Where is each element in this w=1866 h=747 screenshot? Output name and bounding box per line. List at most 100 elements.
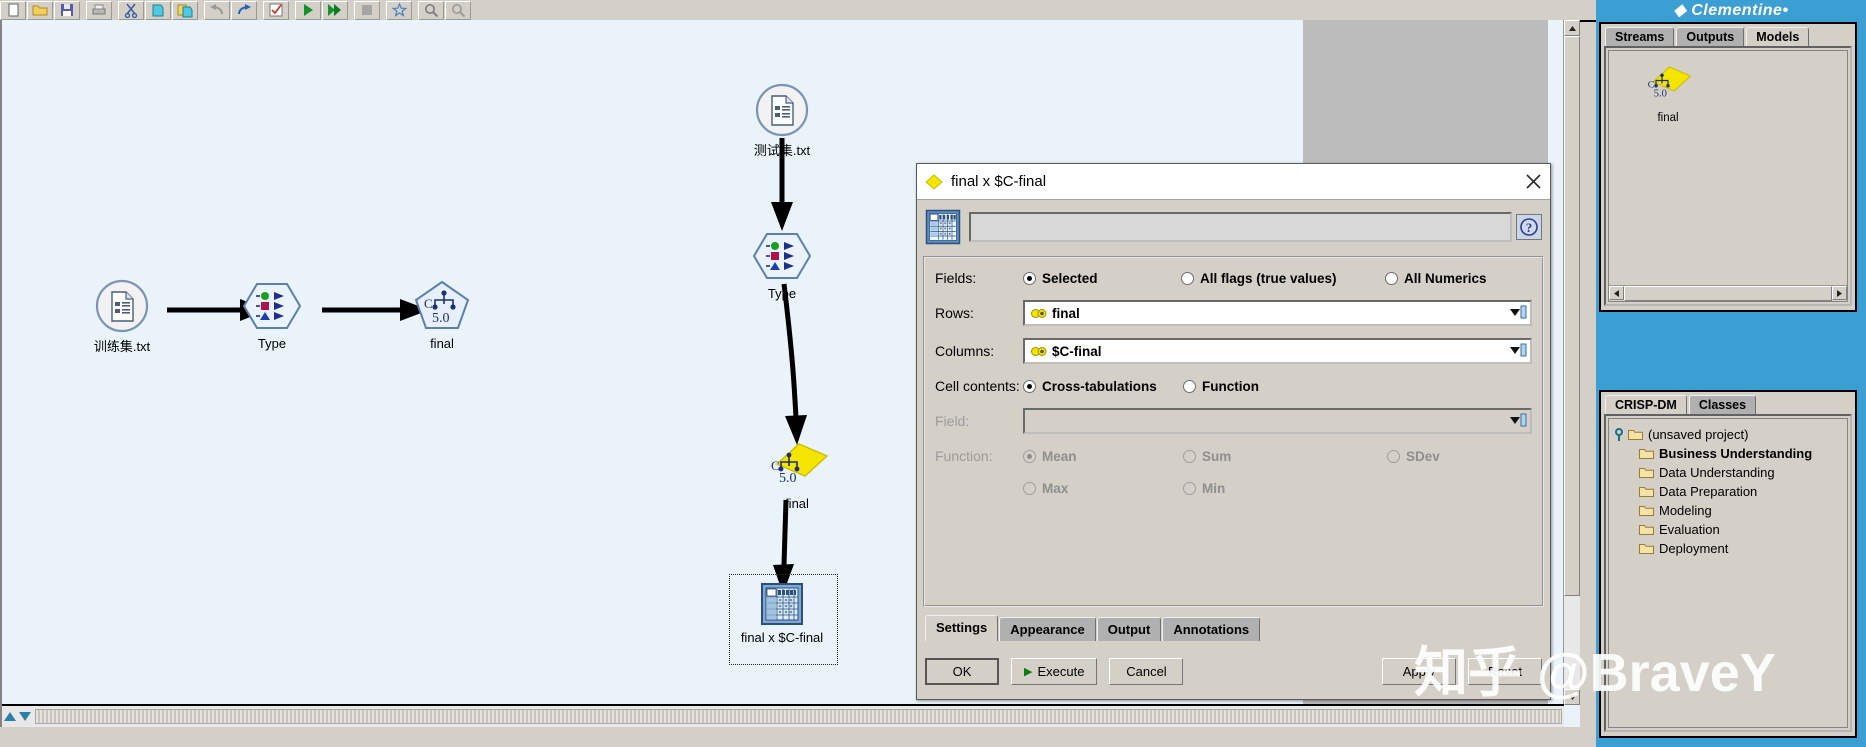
model-item-final[interactable]: C 5.0 final [1633, 65, 1703, 124]
cancel-button[interactable]: Cancel [1109, 657, 1184, 685]
scrollbar-thumb[interactable] [1624, 286, 1832, 301]
help-icon[interactable]: ? [1516, 214, 1542, 240]
canvas-vertical-scrollbar[interactable] [1563, 20, 1580, 705]
ok-button[interactable]: OK [925, 657, 999, 685]
tab-settings[interactable]: Settings [925, 615, 999, 641]
zoom-out-icon[interactable] [445, 0, 471, 20]
node-train-source[interactable]: 训练集.txt [52, 278, 192, 355]
diamond-logo-icon: ◆ [1673, 2, 1687, 19]
execute-all-icon[interactable] [322, 0, 348, 20]
tab-appearance[interactable]: Appearance [999, 617, 1096, 641]
models-list[interactable]: C 5.0 final [1608, 50, 1848, 302]
redo-icon[interactable] [231, 0, 257, 20]
expand-handle-icon[interactable] [1613, 427, 1625, 442]
radio-function-sdev: SDev [1387, 449, 1440, 464]
radio-function[interactable]: Function [1183, 379, 1259, 394]
models-horizontal-scrollbar[interactable] [1609, 285, 1847, 301]
folder-icon [1628, 429, 1643, 440]
radio-fields-all-numerics[interactable]: All Numerics [1385, 271, 1487, 286]
undo-icon[interactable] [204, 0, 230, 20]
canvas-horizontal-scrollbar[interactable] [2, 704, 1564, 727]
tree-item-modeling[interactable]: Modeling [1613, 501, 1843, 520]
node-final-model-2[interactable]: C 5.0 final [727, 442, 867, 511]
play-icon: ▶ [1024, 665, 1033, 678]
scroll-left-arrow[interactable] [1609, 286, 1624, 300]
radio-indicator [1387, 449, 1400, 463]
tree-item-evaluation[interactable]: Evaluation [1613, 520, 1843, 539]
palette-scroll-down-icon[interactable] [19, 712, 31, 721]
node-label: 训练集.txt [93, 339, 151, 354]
tab-output[interactable]: Output [1096, 617, 1162, 641]
node-test-source[interactable]: 测试集.txt [712, 82, 852, 159]
scroll-right-arrow[interactable] [1832, 286, 1847, 300]
radio-indicator [1183, 481, 1196, 495]
model-item-label: final [1657, 112, 1679, 124]
c50-model-icon: C 5.0 [1648, 66, 1692, 99]
node-final-model-1[interactable]: C 5.0 final [372, 278, 512, 351]
project-tree[interactable]: (unsaved project) Business Understanding… [1608, 418, 1848, 728]
scrollbar-thumb[interactable] [1564, 36, 1580, 596]
zoom-in-icon[interactable] [418, 0, 444, 20]
node-label: final [430, 336, 454, 351]
apply-button[interactable]: Apply [1382, 657, 1456, 685]
radio-label: Min [1202, 480, 1226, 496]
print-icon[interactable] [86, 0, 112, 20]
execute-button[interactable]: ▶ Execute [1011, 657, 1098, 685]
radio-label: Function [1202, 378, 1259, 394]
node-type-2[interactable]: Type [712, 228, 852, 301]
edit-icon[interactable] [263, 0, 289, 20]
tree-item-data-preparation[interactable]: Data Preparation [1613, 482, 1843, 501]
cut-icon[interactable] [118, 0, 144, 20]
reset-button[interactable]: Reset [1468, 657, 1542, 685]
node-label: final [785, 496, 809, 511]
tree-item-business-understanding[interactable]: Business Understanding [1613, 444, 1843, 463]
execute-icon[interactable] [295, 0, 321, 20]
radio-cross-tabulations[interactable]: Cross-tabulations [1023, 379, 1175, 394]
palette-strip[interactable] [35, 709, 1562, 724]
radio-function-mean: Mean [1023, 449, 1175, 464]
radio-fields-selected[interactable]: Selected [1023, 271, 1173, 286]
scroll-down-arrow[interactable] [1564, 689, 1580, 705]
models-list-body: C 5.0 final [1604, 46, 1852, 306]
c50-model-node-icon: C 5.0 [414, 280, 470, 329]
favorite-icon[interactable] [386, 0, 412, 20]
tree-root[interactable]: (unsaved project) [1613, 425, 1843, 444]
new-icon[interactable] [0, 0, 26, 20]
radio-indicator [1385, 271, 1398, 285]
paste-icon[interactable] [172, 0, 198, 20]
cell-contents-label: Cell contents: [935, 378, 1020, 394]
save-icon[interactable] [54, 0, 80, 20]
rows-field-selector[interactable]: final [1023, 300, 1532, 326]
matrix-node-dialog[interactable]: final x $C-final ? Fields: Selected All … [916, 163, 1551, 700]
columns-field-selector[interactable]: $C-final [1023, 338, 1532, 364]
node-name-field[interactable] [969, 212, 1512, 242]
columns-value: $C-final [1052, 343, 1102, 359]
radio-function-min: Min [1183, 481, 1379, 496]
palette-scroll-up-icon[interactable] [4, 712, 16, 721]
tab-classes[interactable]: Classes [1688, 395, 1757, 414]
tree-item-deployment[interactable]: Deployment [1613, 539, 1843, 558]
tab-models[interactable]: Models [1746, 27, 1810, 46]
open-icon[interactable] [27, 0, 53, 20]
radio-function-sum: Sum [1183, 449, 1379, 464]
source-node-icon [755, 83, 809, 137]
tab-annotations[interactable]: Annotations [1162, 617, 1261, 641]
dialog-title-bar: final x $C-final [917, 164, 1550, 200]
close-icon[interactable] [1516, 165, 1550, 199]
chevron-down-icon[interactable] [1506, 340, 1530, 362]
stop-icon[interactable] [354, 0, 380, 20]
scroll-up-arrow[interactable] [1564, 20, 1580, 36]
dialog-title: final x $C-final [951, 173, 1047, 190]
chevron-down-icon[interactable] [1506, 302, 1530, 324]
radio-fields-all-flags[interactable]: All flags (true values) [1181, 271, 1377, 286]
tree-item-data-understanding[interactable]: Data Understanding [1613, 463, 1843, 482]
node-matrix-output[interactable]: final x $C-final [712, 574, 852, 665]
dialog-tab-bar: Settings Appearance Output Annotations [925, 615, 1261, 641]
copy-icon[interactable] [145, 0, 171, 20]
node-type-1[interactable]: Type [202, 278, 342, 351]
tab-streams[interactable]: Streams [1605, 27, 1675, 46]
tab-outputs[interactable]: Outputs [1676, 27, 1745, 46]
folder-icon [1639, 524, 1654, 535]
tab-crisp-dm[interactable]: CRISP-DM [1605, 395, 1687, 414]
model-nugget-icon: C 5.0 [771, 443, 829, 486]
